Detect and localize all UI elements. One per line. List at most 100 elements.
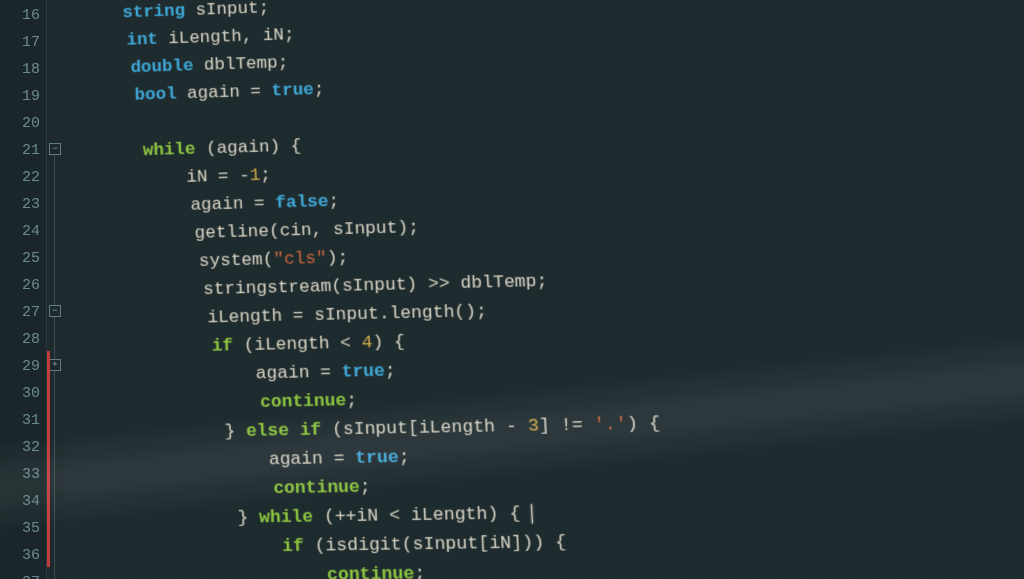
code-area[interactable]: string sInput;int iLength, iN;double dbl… xyxy=(65,0,1024,579)
line-number: 26 xyxy=(0,272,46,299)
token-op: - xyxy=(495,417,529,438)
token-op: = xyxy=(243,194,276,215)
token-id: again xyxy=(190,195,244,216)
token-fn: getline xyxy=(194,222,269,244)
token-op xyxy=(233,336,244,356)
line-number: 19 xyxy=(0,83,46,110)
token-punct: } xyxy=(224,422,246,443)
token-punct: ])) { xyxy=(511,533,567,554)
token-kw: if xyxy=(282,537,304,558)
token-punct: ) { xyxy=(269,137,302,158)
token-punct: ; xyxy=(414,564,426,579)
token-punct: [ xyxy=(408,419,420,440)
token-op xyxy=(158,30,169,50)
line-number: 24 xyxy=(0,218,46,245)
line-number: 28 xyxy=(0,326,46,353)
line-number: 27 xyxy=(0,299,46,326)
token-punct: } xyxy=(237,508,259,529)
fold-toggle-icon[interactable]: − xyxy=(49,305,61,317)
token-bval: true xyxy=(341,362,385,383)
token-id: iLength xyxy=(207,307,282,329)
token-kw: continue xyxy=(273,478,360,500)
token-op xyxy=(193,56,204,76)
token-punct: ( xyxy=(331,277,343,297)
token-kw: if xyxy=(211,337,233,358)
line-number: 18 xyxy=(0,56,46,83)
token-op: < xyxy=(329,334,362,355)
token-id: dblTemp xyxy=(204,54,278,76)
token-chr: '.' xyxy=(593,415,627,436)
line-number: 34 xyxy=(0,488,46,515)
line-number: 29 xyxy=(0,353,46,380)
token-id: iN xyxy=(186,168,208,188)
token-type: double xyxy=(130,57,193,79)
token-op: = xyxy=(207,167,239,188)
token-op: < xyxy=(378,506,412,527)
token-id: iN xyxy=(489,534,512,555)
token-id: sInput xyxy=(314,305,379,327)
token-bval: false xyxy=(275,192,329,213)
token-op: = xyxy=(322,449,355,470)
line-number-gutter: 1617181920212223242526272829303132333435… xyxy=(0,0,47,579)
token-kw: while xyxy=(259,508,314,529)
fold-column: − − + xyxy=(47,0,65,579)
line-number: 23 xyxy=(0,191,46,218)
line-number: 30 xyxy=(0,380,46,407)
token-punct: (); xyxy=(454,302,487,323)
token-op: = xyxy=(239,82,271,103)
token-fn: isdigit xyxy=(325,535,402,557)
text-cursor xyxy=(531,504,533,524)
line-number: 33 xyxy=(0,461,46,488)
token-punct: ] xyxy=(538,416,561,437)
token-punct: ; xyxy=(398,448,410,469)
token-op: = xyxy=(282,306,315,327)
token-bval: true xyxy=(355,448,399,469)
token-id: sInput xyxy=(342,276,407,298)
token-num: 1 xyxy=(249,166,260,186)
token-punct: ); xyxy=(326,249,348,269)
line-number: 20 xyxy=(0,110,46,137)
token-fn: length xyxy=(389,303,455,325)
fold-toggle-icon[interactable]: + xyxy=(49,359,61,371)
token-id: cin xyxy=(279,221,312,242)
token-op: != xyxy=(560,416,594,437)
token-id: sInput xyxy=(412,534,479,556)
token-punct: . xyxy=(378,304,390,324)
token-punct: ; xyxy=(260,166,271,186)
token-fn: stringstream xyxy=(203,277,332,300)
token-punct: ; xyxy=(284,26,295,46)
token-type: bool xyxy=(134,85,177,106)
token-id: iLength xyxy=(168,28,242,50)
token-kw: else if xyxy=(246,421,322,443)
code-editor[interactable]: 1617181920212223242526272829303132333435… xyxy=(0,0,1024,579)
token-op: ++ xyxy=(334,507,357,528)
token-kw: continue xyxy=(327,564,415,579)
token-punct: , xyxy=(241,27,263,47)
token-punct: ) { xyxy=(487,504,532,525)
token-punct: ; xyxy=(277,54,288,74)
token-punct: ) xyxy=(406,275,428,296)
token-punct: ; xyxy=(359,478,371,499)
token-punct: ) { xyxy=(372,333,405,354)
line-number: 22 xyxy=(0,164,46,191)
token-id: iN xyxy=(356,507,379,528)
token-punct: ); xyxy=(397,218,419,239)
token-id: again xyxy=(216,138,270,159)
fold-toggle-icon[interactable]: − xyxy=(49,143,61,155)
token-punct: ; xyxy=(328,192,339,212)
token-punct: , xyxy=(311,221,333,241)
token-punct: ; xyxy=(536,272,548,292)
token-str: "cls" xyxy=(273,249,327,270)
token-kw: continue xyxy=(260,391,347,413)
token-punct: ; xyxy=(314,80,325,100)
line-number: 35 xyxy=(0,515,46,542)
token-punct: ( xyxy=(314,536,326,557)
line-number: 16 xyxy=(0,2,46,29)
token-id: sInput xyxy=(333,219,398,241)
token-op: = xyxy=(309,363,342,384)
token-id: sInput xyxy=(195,0,259,21)
token-punct: ; xyxy=(258,0,269,19)
token-op xyxy=(321,420,333,440)
change-marker xyxy=(47,351,50,567)
token-punct: ; xyxy=(385,362,397,382)
